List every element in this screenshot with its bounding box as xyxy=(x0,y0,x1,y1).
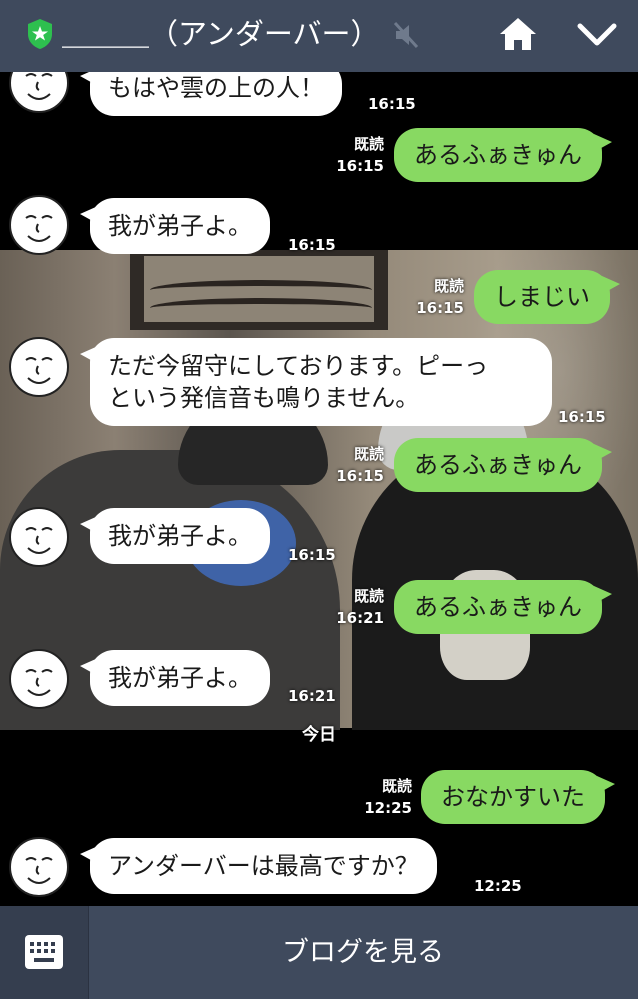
message-bubble[interactable]: アンダーバーは最高ですか？ xyxy=(80,838,437,894)
chat-screen: ＿＿＿（アンダーバー） もはや雲の上の人！ 16:15 既読 16:15 あるふ… xyxy=(0,0,638,999)
avatar[interactable] xyxy=(8,506,70,568)
message-time: 16:15 xyxy=(288,546,336,564)
message-bubble[interactable]: ただ今留守にしております。ピーっ という発信音も鳴りません。 xyxy=(80,338,552,426)
message-bubble[interactable]: おなかすいた xyxy=(421,770,615,824)
message-bubble[interactable]: もはや雲の上の人！ xyxy=(80,72,342,116)
message-bubble[interactable]: しまじい xyxy=(474,270,620,324)
message-bubble[interactable]: あるふぁきゅん xyxy=(394,438,612,492)
mute-icon xyxy=(393,21,419,49)
avatar[interactable] xyxy=(8,194,70,256)
message-time: 12:25 xyxy=(364,799,412,817)
message-bubble[interactable]: 我が弟子よ。 xyxy=(80,508,270,564)
message-time: 16:15 xyxy=(288,236,336,254)
chevron-down-icon[interactable] xyxy=(576,18,618,52)
message-time: 12:25 xyxy=(474,877,522,895)
avatar[interactable] xyxy=(8,72,70,114)
message-line-1: ただ今留守にしております。ピーっ xyxy=(108,352,489,380)
message-time: 16:21 xyxy=(288,687,336,705)
message-time: 16:21 xyxy=(336,609,384,627)
read-receipt: 既読 xyxy=(353,135,384,153)
message-time: 16:15 xyxy=(558,408,606,426)
message-bubble[interactable]: あるふぁきゅん xyxy=(394,580,612,634)
chat-title[interactable]: ＿＿＿（アンダーバー） xyxy=(62,14,380,54)
read-receipt: 既読 xyxy=(433,277,464,295)
avatar[interactable] xyxy=(8,836,70,898)
avatar[interactable] xyxy=(8,336,70,398)
view-blog-button[interactable]: ブログを見る xyxy=(88,906,638,999)
date-separator: 今日 xyxy=(302,725,336,745)
read-receipt: 既読 xyxy=(353,445,384,463)
message-time: 16:15 xyxy=(368,95,416,113)
message-line-2: という発信音も鳴りません。 xyxy=(108,384,420,412)
chat-header: ＿＿＿（アンダーバー） xyxy=(0,0,638,72)
message-time: 16:15 xyxy=(336,467,384,485)
avatar[interactable] xyxy=(8,648,70,710)
message-list[interactable]: もはや雲の上の人！ 16:15 既読 16:15 あるふぁきゅん 我が弟子よ。 … xyxy=(0,72,638,906)
message-bubble[interactable]: 我が弟子よ。 xyxy=(80,650,270,706)
shield-star-icon xyxy=(28,19,52,49)
message-time: 16:15 xyxy=(416,299,464,317)
chat-footer: ブログを見る xyxy=(0,906,638,999)
read-receipt: 既読 xyxy=(381,777,412,795)
message-time: 16:15 xyxy=(336,157,384,175)
read-receipt: 既読 xyxy=(353,587,384,605)
keyboard-icon xyxy=(25,935,63,969)
message-bubble[interactable]: あるふぁきゅん xyxy=(394,128,612,182)
keyboard-button[interactable] xyxy=(0,906,89,999)
home-icon[interactable] xyxy=(498,15,538,53)
message-bubble[interactable]: 我が弟子よ。 xyxy=(80,198,270,254)
